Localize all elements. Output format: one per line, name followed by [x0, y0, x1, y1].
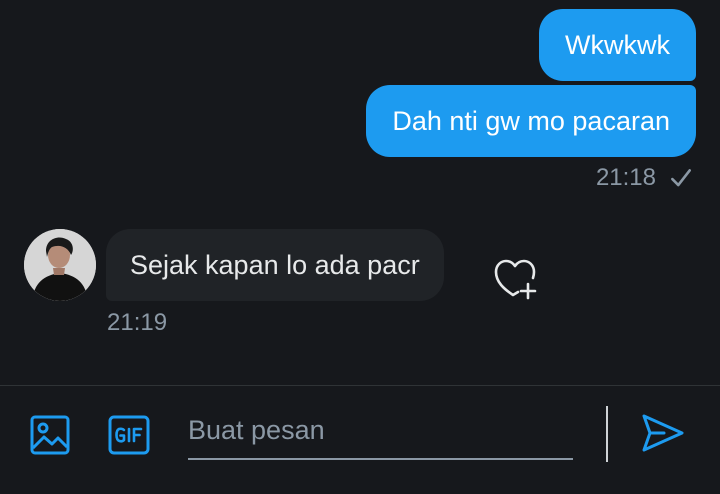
message-text: Wkwkwk: [565, 29, 670, 60]
outgoing-message-bubble[interactable]: Wkwkwk: [539, 9, 696, 81]
outgoing-message-meta: 21:18: [596, 164, 694, 192]
message-timestamp: 21:18: [595, 164, 656, 191]
composer-divider: [606, 406, 608, 462]
incoming-message-bubble[interactable]: Sejak kapan lo ada pacr: [106, 229, 444, 301]
send-icon[interactable]: [640, 411, 686, 455]
avatar-portrait: [24, 229, 96, 301]
conversation-thread: Wkwkwk Dah nti gw mo pacaran 21:18 Sejak…: [0, 0, 720, 385]
check-icon: [671, 169, 691, 187]
message-composer: [0, 385, 720, 494]
message-input[interactable]: [188, 402, 573, 458]
outgoing-message-bubble[interactable]: Dah nti gw mo pacaran: [366, 85, 696, 157]
add-reaction-heart-icon[interactable]: [492, 256, 538, 300]
message-text: Sejak kapan lo ada pacr: [130, 249, 420, 280]
message-text: Dah nti gw mo pacaran: [392, 105, 670, 136]
avatar[interactable]: [24, 229, 96, 301]
gif-icon[interactable]: [107, 413, 151, 457]
message-input-wrapper: [188, 402, 573, 460]
image-icon[interactable]: [28, 413, 72, 457]
message-timestamp: 21:19: [107, 309, 168, 336]
